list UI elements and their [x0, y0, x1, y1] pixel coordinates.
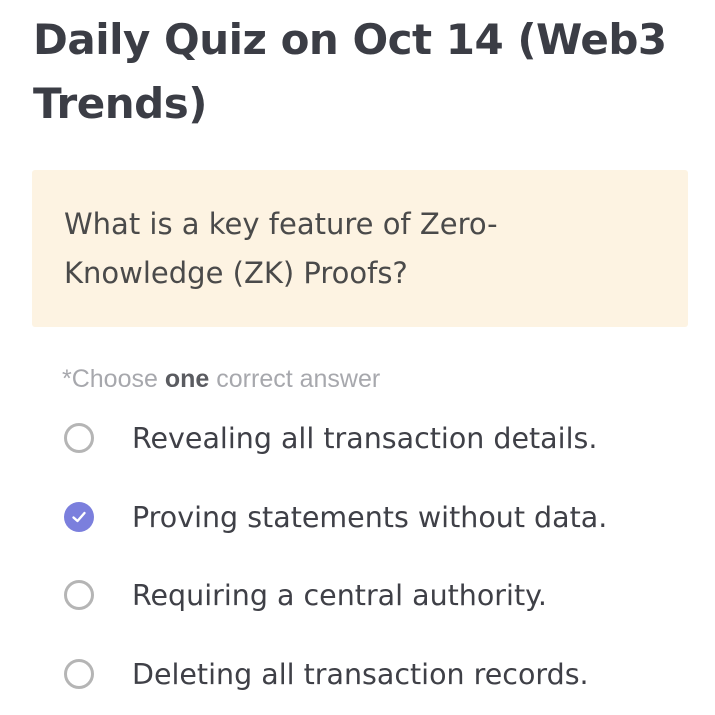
- quiz-page: Daily Quiz on Oct 14 (Web3 Trends) What …: [0, 0, 715, 715]
- answer-instruction: *Choose one correct answer: [62, 362, 380, 396]
- answer-option-label: Deleting all transaction records.: [132, 657, 589, 691]
- question-text: What is a key feature of Zero-Knowledge …: [64, 207, 498, 290]
- answer-option-2[interactable]: Proving statements without data.: [64, 489, 684, 545]
- instruction-suffix: correct answer: [209, 365, 381, 393]
- question-card: What is a key feature of Zero-Knowledge …: [32, 170, 688, 327]
- instruction-emphasis: one: [164, 365, 210, 393]
- answer-option-1[interactable]: Revealing all transaction details.: [64, 410, 684, 466]
- quiz-title: Daily Quiz on Oct 14 (Web3 Trends): [33, 15, 667, 128]
- radio-unchecked-icon[interactable]: [64, 659, 94, 689]
- answer-option-3[interactable]: Requiring a central authority.: [64, 567, 684, 623]
- radio-unchecked-icon[interactable]: [64, 423, 94, 453]
- answer-option-label: Revealing all transaction details.: [132, 421, 598, 455]
- radio-checked-icon[interactable]: [64, 502, 94, 532]
- answer-option-4[interactable]: Deleting all transaction records.: [64, 646, 684, 702]
- radio-unchecked-icon[interactable]: [64, 580, 94, 610]
- answer-option-label: Requiring a central authority.: [132, 578, 547, 612]
- answer-option-label: Proving statements without data.: [132, 500, 608, 534]
- instruction-prefix: *Choose: [62, 365, 165, 393]
- checkmark-icon: [72, 511, 86, 523]
